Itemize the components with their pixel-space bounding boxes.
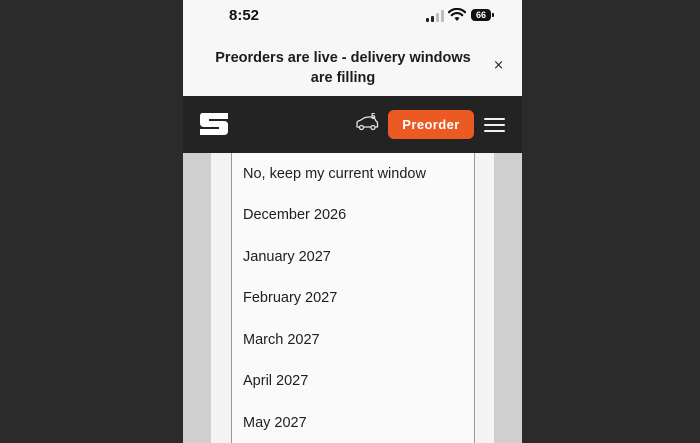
close-icon[interactable]: × (493, 59, 504, 73)
signal-icon (426, 10, 444, 22)
dropdown-option[interactable]: March 2027 (243, 325, 468, 355)
phone-screen: 8:52 66 Preorders are live - delivery wi… (183, 0, 522, 443)
dropdown-option[interactable]: No, keep my current window (243, 159, 468, 189)
dropdown-option[interactable]: February 2027 (243, 283, 468, 313)
dropdown-option[interactable]: January 2027 (243, 242, 468, 272)
dropdown-option[interactable]: April 2027 (243, 366, 468, 396)
announcement-banner: Preorders are live - delivery windows ar… (183, 34, 522, 96)
site-header: 5 Preorder (183, 96, 522, 153)
preorder-button[interactable]: Preorder (388, 110, 474, 139)
status-time: 8:52 (229, 7, 260, 24)
wifi-icon (448, 8, 466, 21)
dropdown-option[interactable]: May 2027 (243, 408, 468, 438)
banner-text: Preorders are live - delivery windows ar… (215, 50, 471, 86)
brand-logo-icon[interactable] (199, 113, 229, 135)
status-bar: 8:52 66 (183, 0, 522, 34)
battery-icon: 66 (471, 9, 494, 21)
delivery-window-dropdown[interactable]: No, keep my current window December 2026… (231, 153, 475, 443)
hamburger-menu-icon[interactable] (484, 118, 505, 132)
car-count-badge: 5 (371, 112, 376, 121)
dropdown-option[interactable]: December 2026 (243, 200, 468, 230)
